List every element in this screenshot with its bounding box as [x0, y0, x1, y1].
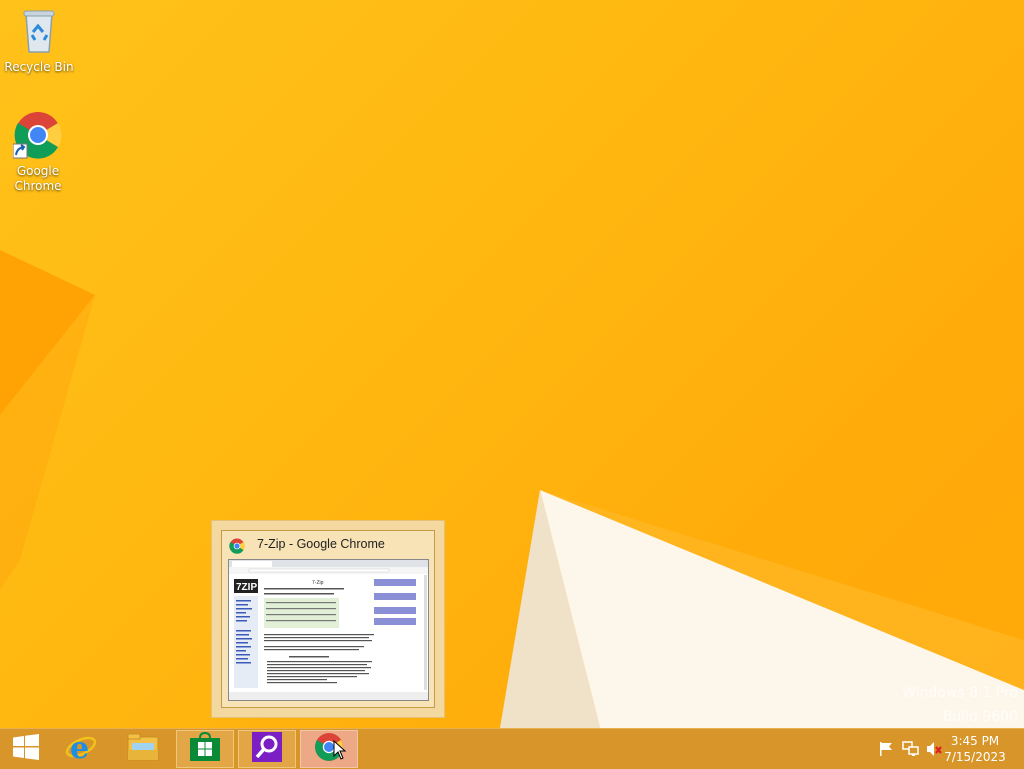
thumbnail-page-preview: 7ZIP 7-Zip	[228, 559, 429, 701]
clock-time: 3:45 PM	[950, 734, 1000, 748]
store-button[interactable]	[176, 730, 234, 768]
recycle-bin-label: Recycle Bin	[4, 60, 74, 74]
system-tray: 3:45 PM 7/15/2023	[864, 729, 1024, 769]
clock-date: 7/15/2023	[944, 750, 1006, 764]
chrome-icon	[12, 110, 63, 160]
start-button[interactable]	[0, 730, 52, 768]
thumbnail-title: 7-Zip - Google Chrome	[257, 537, 385, 551]
windows-logo-icon	[13, 734, 39, 764]
google-chrome-taskbar-button[interactable]	[300, 730, 358, 768]
svg-text:7-Zip: 7-Zip	[312, 580, 324, 586]
desktop: Recycle Bin Google Chrome Windows 8.1 Pr…	[0, 0, 1024, 728]
magnifier-icon	[251, 731, 283, 767]
google-chrome-shortcut[interactable]: Google Chrome	[0, 110, 76, 194]
chrome-label-line2: Chrome	[14, 179, 62, 193]
page-logo-text: 7ZIP	[236, 582, 257, 593]
recycle-bin-icon	[14, 6, 64, 56]
windows-edition-watermark: Windows 8.1 Pro	[902, 685, 1018, 701]
windows-build-watermark: Build 9600	[942, 709, 1018, 725]
file-explorer-button[interactable]	[114, 730, 172, 768]
network-icon[interactable]	[902, 741, 920, 761]
folder-icon	[127, 732, 159, 766]
ie-icon: e	[65, 731, 97, 767]
taskbar-thumbnail-preview[interactable]: 7-Zip - Google Chrome 7ZIP 7-Zip	[211, 520, 445, 718]
store-icon	[189, 731, 221, 766]
svg-text:e: e	[70, 731, 89, 763]
taskbar: e 3:45 PM 7/15/2023	[0, 728, 1024, 769]
search-button[interactable]	[238, 730, 296, 768]
clock[interactable]: 3:45 PM 7/15/2023	[940, 733, 1010, 765]
chrome-icon	[229, 538, 245, 558]
chrome-label-line1: Google	[16, 164, 60, 178]
recycle-bin-shortcut[interactable]: Recycle Bin	[1, 6, 77, 75]
flag-icon[interactable]	[878, 741, 894, 761]
wallpaper-shapes	[0, 250, 1024, 728]
internet-explorer-button[interactable]: e	[52, 730, 110, 768]
mouse-cursor-icon	[333, 739, 347, 764]
